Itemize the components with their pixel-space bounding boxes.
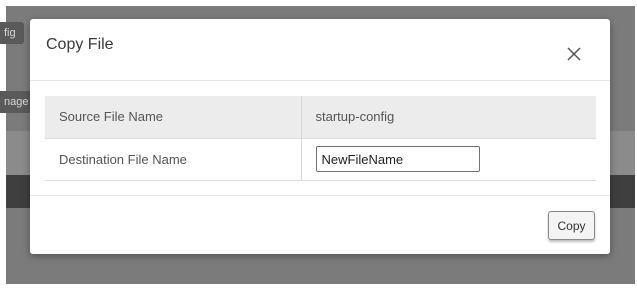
background-bottom-edge — [0, 284, 637, 288]
destination-file-name-label: Destination File Name — [45, 138, 302, 181]
dialog-title: Copy File — [46, 36, 114, 53]
dialog-footer: Copy — [30, 195, 610, 254]
dialog-header: Copy File — [30, 19, 610, 81]
background-config-button: fig — [0, 22, 24, 44]
table-row-source: Source File Name startup-config — [45, 96, 596, 139]
source-file-name-value: startup-config — [301, 96, 596, 139]
background-top-edge — [0, 0, 637, 6]
file-properties-table: Source File Name startup-config Destinat… — [45, 96, 596, 181]
source-file-name-label: Source File Name — [45, 96, 302, 139]
dialog-body: Source File Name startup-config Destinat… — [45, 96, 596, 181]
copy-button[interactable]: Copy — [548, 211, 595, 240]
table-row-destination: Destination File Name — [45, 138, 596, 181]
destination-file-name-input[interactable] — [315, 146, 480, 172]
close-icon[interactable] — [565, 45, 583, 63]
background-manage-button: nage — [0, 91, 32, 113]
destination-cell — [301, 138, 596, 181]
copy-file-dialog: Copy File Source File Name startup-confi… — [30, 19, 610, 254]
